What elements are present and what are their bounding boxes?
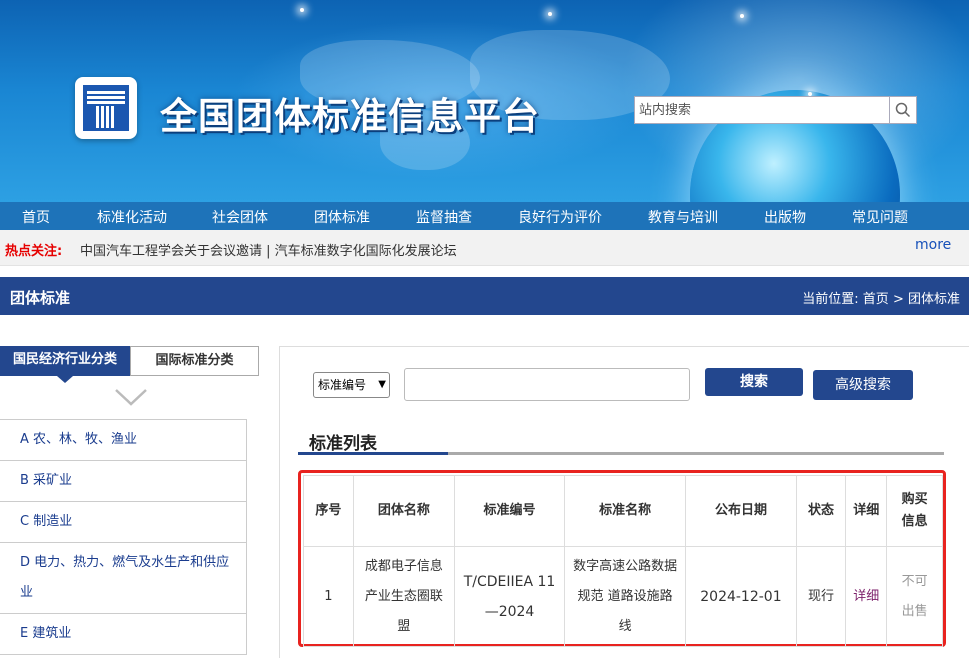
banner-sparkle	[300, 8, 304, 12]
cell-org: 成都电子信息产业生态圈联盟	[352, 546, 456, 647]
cell-index: 1	[303, 546, 354, 647]
site-search-box	[634, 96, 917, 124]
breadcrumb: 当前位置: 首页 > 团体标准	[802, 288, 960, 307]
nav-item-home[interactable]: 首页	[22, 207, 50, 227]
logo-t-icon	[83, 85, 129, 131]
tab-international-classification[interactable]: 国际标准分类	[130, 346, 259, 376]
tab-industry-classification[interactable]: 国民经济行业分类	[0, 346, 130, 376]
active-tab-pointer	[57, 376, 73, 383]
nav-item-group-standards[interactable]: 团体标准	[314, 207, 370, 227]
nav-item-social-groups[interactable]: 社会团体	[212, 207, 268, 227]
site-logo[interactable]	[75, 77, 137, 139]
header-org: 团体名称	[352, 475, 456, 547]
nav-item-standardization[interactable]: 标准化活动	[97, 207, 167, 227]
nav-item-supervision[interactable]: 监督抽查	[416, 207, 472, 227]
nav-item-good-behavior[interactable]: 良好行为评价	[518, 207, 602, 227]
chevron-down-icon: ▼	[378, 379, 386, 390]
breadcrumb-home[interactable]: 首页	[863, 292, 889, 307]
hot-topics-label: 热点关注:	[5, 244, 63, 259]
header-status: 状态	[795, 475, 847, 547]
list-item-industry-b[interactable]: B 采矿业	[0, 461, 246, 502]
standards-table: 序号 团体名称 标准编号 标准名称 公布日期 状态 详细 购买信息 1 成都电子…	[303, 475, 943, 647]
section-title-bar: 团体标准 当前位置: 首页 > 团体标准	[0, 277, 969, 315]
banner-sparkle	[740, 14, 744, 18]
keyword-input[interactable]	[404, 368, 690, 401]
cell-code: T/CDEIIEA 11—2024	[454, 546, 565, 647]
site-search-input[interactable]	[635, 97, 889, 123]
hot-topics-more-link[interactable]: more	[915, 237, 951, 253]
site-title: 全国团体标准信息平台	[160, 95, 540, 138]
highlighted-result-table: 序号 团体名称 标准编号 标准名称 公布日期 状态 详细 购买信息 1 成都电子…	[298, 470, 946, 647]
list-item-industry-e[interactable]: E 建筑业	[0, 614, 246, 655]
nav-item-publications[interactable]: 出版物	[764, 207, 806, 227]
list-item-industry-c[interactable]: C 制造业	[0, 502, 246, 543]
search-field-select-value: 标准编号	[318, 378, 367, 392]
cell-purchase: 不可出售	[886, 546, 943, 647]
header-index: 序号	[303, 475, 354, 547]
site-search-button[interactable]	[889, 97, 916, 123]
industry-label: B 采矿业	[20, 473, 73, 488]
cell-name: 数字高速公路数据规范 道路设施路线	[563, 546, 687, 647]
nav-item-education[interactable]: 教育与培训	[648, 207, 718, 227]
nav-item-faq[interactable]: 常见问题	[852, 207, 908, 227]
list-item-industry-d[interactable]: D 电力、热力、燃气及水生产和供应业	[0, 543, 246, 614]
table-header-row: 序号 团体名称 标准编号 标准名称 公布日期 状态 详细 购买信息	[303, 475, 943, 547]
industry-label: A 农、林、牧、渔业	[20, 432, 138, 447]
list-title-underline-accent	[298, 452, 448, 455]
list-title-underline	[298, 452, 944, 455]
industry-label: D 电力、热力、燃气及水生产和供应业	[20, 555, 230, 600]
breadcrumb-prefix: 当前位置:	[802, 292, 859, 307]
page: 全国团体标准信息平台 首页 标准化活动 社会团体 团体标准 监督抽查 良好行为评…	[0, 0, 969, 658]
header-name: 标准名称	[563, 475, 687, 547]
search-field-select[interactable]: 标准编号 ▼	[313, 372, 390, 398]
breadcrumb-separator: >	[892, 292, 904, 307]
banner-sparkle	[548, 12, 552, 16]
cell-date: 2024-12-01	[685, 546, 797, 647]
list-title: 标准列表	[309, 434, 377, 454]
header-code: 标准编号	[454, 475, 565, 547]
detail-link[interactable]: 详细	[845, 546, 888, 647]
hot-topics-bar: 热点关注: 中国汽车工程学会关于会议邀请 | 汽车标准数字化国际化发展论坛 mo…	[0, 230, 969, 266]
main-nav: 首页 标准化活动 社会团体 团体标准 监督抽查 良好行为评价 教育与培训 出版物…	[0, 202, 969, 230]
header-purchase: 购买信息	[886, 475, 943, 547]
industry-label: E 建筑业	[20, 626, 72, 641]
cell-status: 现行	[795, 546, 847, 647]
breadcrumb-current: 团体标准	[907, 292, 960, 307]
header-date: 公布日期	[685, 475, 797, 547]
list-item-industry-a[interactable]: A 农、林、牧、渔业	[0, 420, 246, 461]
header-detail: 详细	[845, 475, 888, 547]
table-row: 1 成都电子信息产业生态圈联盟 T/CDEIIEA 11—2024 数字高速公路…	[303, 546, 943, 647]
chevron-down-icon[interactable]	[114, 388, 148, 406]
site-banner: 全国团体标准信息平台	[0, 0, 969, 202]
hot-topics-link[interactable]: 中国汽车工程学会关于会议邀请 | 汽车标准数字化国际化发展论坛	[80, 240, 457, 259]
advanced-search-button[interactable]: 高级搜索	[813, 370, 913, 400]
page-title: 团体标准	[10, 289, 71, 307]
search-icon	[895, 102, 911, 118]
industry-label: C 制造业	[20, 514, 73, 529]
search-button[interactable]: 搜索	[705, 368, 803, 396]
classification-tabs: 国民经济行业分类 国际标准分类	[0, 346, 259, 376]
industry-list: A 农、林、牧、渔业 B 采矿业 C 制造业 D 电力、热力、燃气及水生产和供应…	[0, 419, 247, 655]
